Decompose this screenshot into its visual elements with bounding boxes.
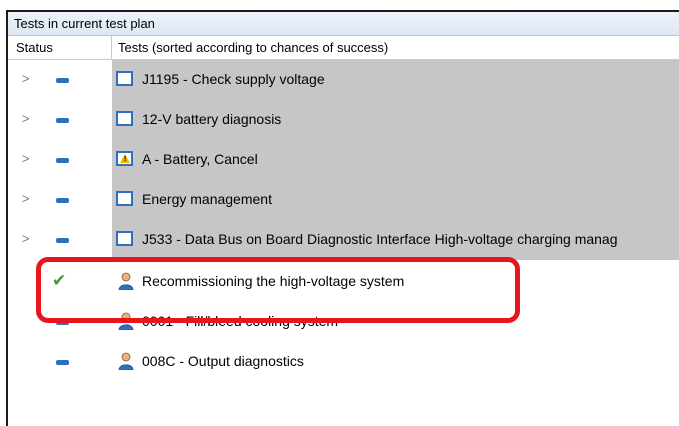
expand-chevron-icon[interactable]: > xyxy=(22,151,30,166)
column-header-status[interactable]: Status xyxy=(8,36,112,60)
test-row[interactable]: > J533 - Data Bus on Board Diagnostic In… xyxy=(8,220,679,260)
test-row[interactable]: 008C - Output diagnostics xyxy=(8,342,679,382)
test-row[interactable]: > J1195 - Check supply voltage xyxy=(8,60,679,100)
document-icon xyxy=(116,111,133,126)
status-pending-icon xyxy=(56,118,69,123)
test-plan-panel: Tests in current test plan Status Tests … xyxy=(6,10,679,426)
test-label: 0001 - Fill/bleed cooling system xyxy=(142,313,339,329)
test-label: J1195 - Check supply voltage xyxy=(142,71,325,87)
status-pending-icon xyxy=(56,320,69,325)
panel-title: Tests in current test plan xyxy=(8,12,679,36)
document-icon xyxy=(116,231,133,246)
test-label: A - Battery, Cancel xyxy=(142,151,258,167)
test-cell[interactable]: ! A - Battery, Cancel xyxy=(112,140,679,180)
checkmark-icon: ✔ xyxy=(52,271,67,290)
column-header-tests[interactable]: Tests (sorted according to chances of su… xyxy=(112,36,679,60)
warning-document-icon: ! xyxy=(116,151,133,166)
expand-chevron-icon[interactable]: > xyxy=(22,71,30,86)
test-label: Recommissioning the high-voltage system xyxy=(142,273,405,289)
test-row[interactable]: 0001 - Fill/bleed cooling system xyxy=(8,302,679,342)
expand-chevron-icon[interactable]: > xyxy=(22,191,30,206)
test-row[interactable]: ✔ Recommissioning the high-voltage syste… xyxy=(8,262,679,302)
test-cell[interactable]: 0001 - Fill/bleed cooling system xyxy=(112,302,679,342)
test-cell[interactable]: J1195 - Check supply voltage xyxy=(112,60,679,100)
person-icon xyxy=(118,352,134,370)
status-pending-icon xyxy=(56,198,69,203)
test-label: 008C - Output diagnostics xyxy=(142,353,304,369)
person-icon xyxy=(118,312,134,330)
expand-chevron-icon[interactable]: > xyxy=(22,231,30,246)
document-icon xyxy=(116,71,133,86)
status-pending-icon xyxy=(56,158,69,163)
status-pending-icon xyxy=(56,238,69,243)
test-cell[interactable]: 008C - Output diagnostics xyxy=(112,342,679,382)
test-label: Energy management xyxy=(142,191,272,207)
expand-chevron-icon[interactable]: > xyxy=(22,111,30,126)
status-pending-icon xyxy=(56,360,69,365)
test-label: J533 - Data Bus on Board Diagnostic Inte… xyxy=(142,231,618,247)
test-cell[interactable]: Energy management xyxy=(112,180,679,220)
test-cell[interactable]: Recommissioning the high-voltage system xyxy=(112,262,679,302)
test-cell[interactable]: 12-V battery diagnosis xyxy=(112,100,679,140)
test-row[interactable]: > 12-V battery diagnosis xyxy=(8,100,679,140)
test-label: 12-V battery diagnosis xyxy=(142,111,282,127)
test-row[interactable]: > ! A - Battery, Cancel xyxy=(8,140,679,180)
person-icon xyxy=(118,272,134,290)
status-pending-icon xyxy=(56,78,69,83)
test-row[interactable]: > Energy management xyxy=(8,180,679,220)
test-cell[interactable]: J533 - Data Bus on Board Diagnostic Inte… xyxy=(112,220,679,260)
document-icon xyxy=(116,191,133,206)
